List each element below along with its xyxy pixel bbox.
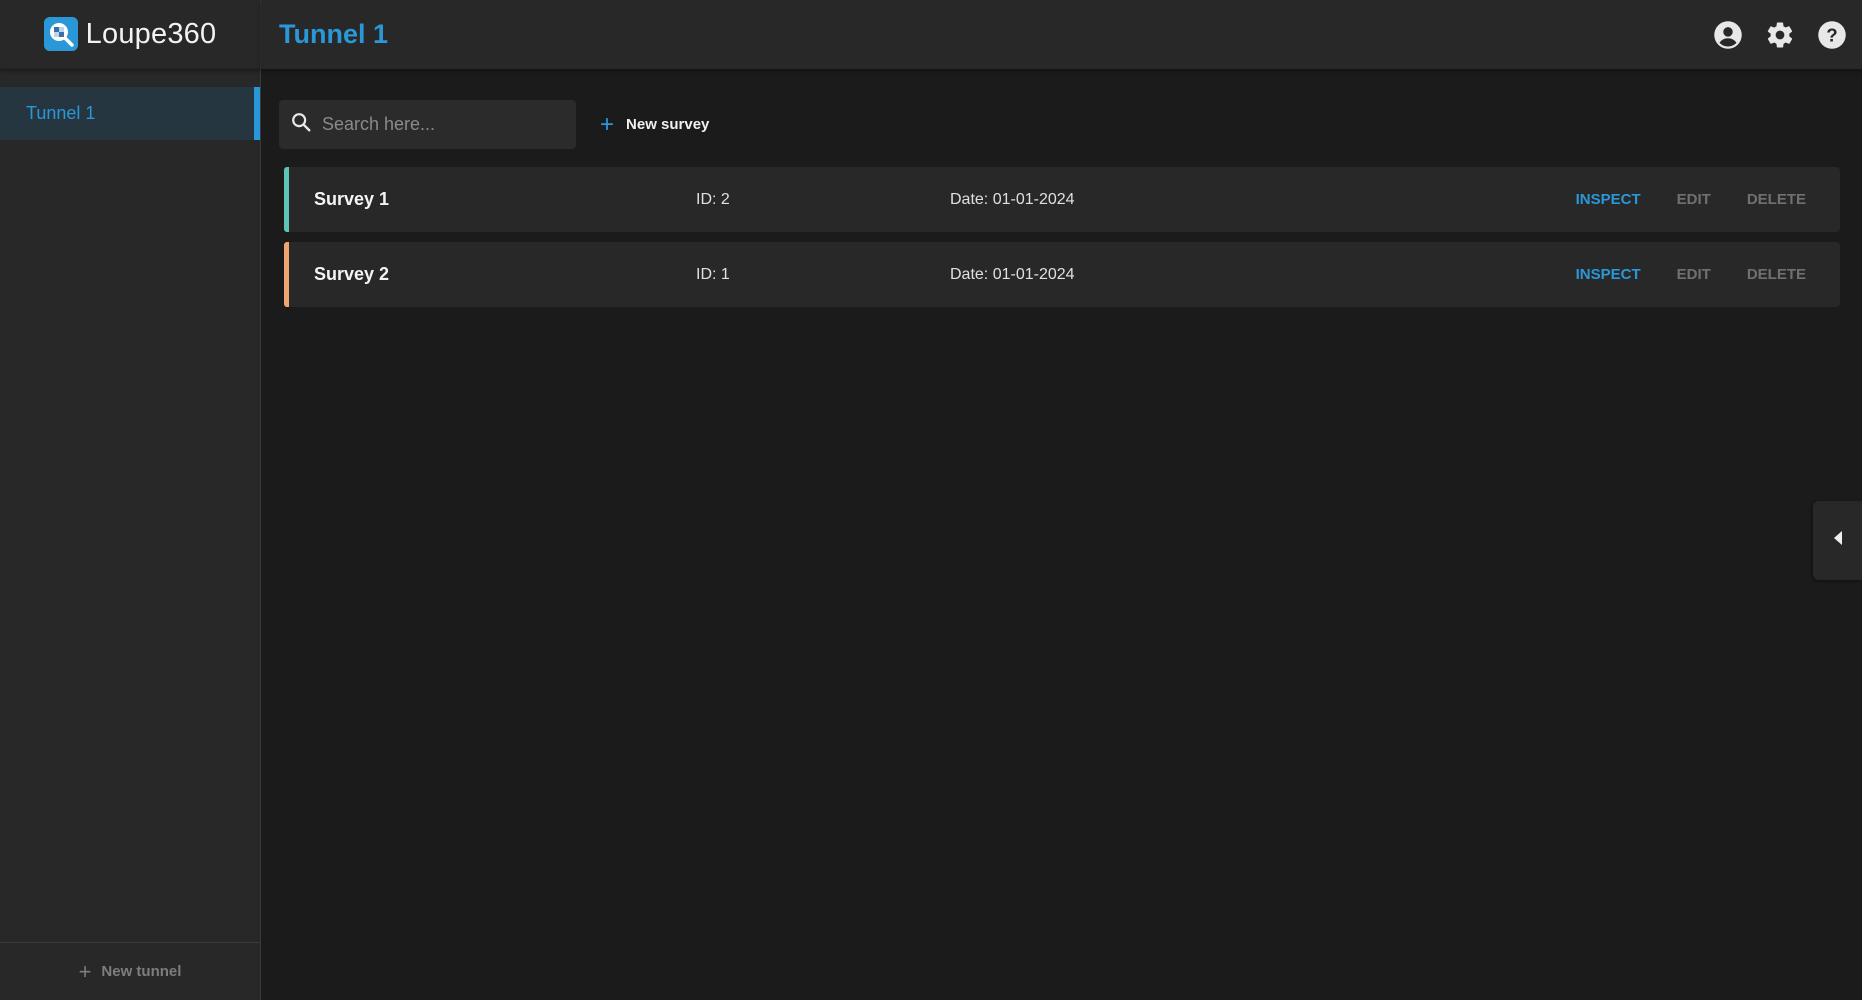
loupe-logo-icon <box>43 17 78 51</box>
page-title: Tunnel 1 <box>279 19 389 49</box>
tunnel-nav: Tunnel 1 <box>0 69 260 140</box>
new-tunnel-button[interactable]: + New tunnel <box>0 942 260 1000</box>
main-content: + New survey Survey 1 ID: 2 Date: 01-01-… <box>261 69 1862 1000</box>
help-icon[interactable]: ? <box>1816 19 1848 51</box>
svg-text:?: ? <box>1826 24 1837 45</box>
sidebar-item-tunnel-1[interactable]: Tunnel 1 <box>0 87 260 140</box>
inspect-button[interactable]: INSPECT <box>1576 266 1641 283</box>
settings-icon[interactable] <box>1764 19 1796 51</box>
survey-date: Date: 01-01-2024 <box>950 190 1075 208</box>
survey-actions: INSPECT EDIT DELETE <box>1576 266 1806 283</box>
survey-row: Survey 1 ID: 2 Date: 01-01-2024 INSPECT … <box>284 167 1840 232</box>
account-icon[interactable] <box>1712 19 1744 51</box>
survey-date: Date: 01-01-2024 <box>950 265 1075 283</box>
search-icon <box>290 111 312 138</box>
caret-left-icon <box>1833 530 1843 551</box>
brand: Loupe360 <box>0 0 260 69</box>
toolbar: + New survey <box>279 100 1848 149</box>
survey-actions: INSPECT EDIT DELETE <box>1576 191 1806 208</box>
survey-color-indicator <box>284 242 289 307</box>
survey-id: ID: 1 <box>696 265 730 283</box>
plus-icon: + <box>78 958 92 984</box>
survey-list: Survey 1 ID: 2 Date: 01-01-2024 INSPECT … <box>279 167 1848 307</box>
delete-button[interactable]: DELETE <box>1747 266 1806 283</box>
search-box <box>279 100 576 149</box>
panel-toggle-button[interactable] <box>1813 501 1862 580</box>
new-survey-label: New survey <box>626 116 710 133</box>
edit-button[interactable]: EDIT <box>1677 191 1711 208</box>
survey-id: ID: 2 <box>696 190 730 208</box>
edit-button[interactable]: EDIT <box>1677 266 1711 283</box>
app-name: Loupe360 <box>85 17 217 50</box>
plus-icon: + <box>600 110 615 138</box>
survey-row: Survey 2 ID: 1 Date: 01-01-2024 INSPECT … <box>284 242 1840 307</box>
survey-color-indicator <box>284 167 289 232</box>
sidebar-item-label: Tunnel 1 <box>26 103 96 123</box>
delete-button[interactable]: DELETE <box>1747 191 1806 208</box>
survey-name: Survey 1 <box>314 189 390 209</box>
search-input[interactable] <box>322 114 552 135</box>
header-actions: ? <box>1712 19 1848 51</box>
app-root: Loupe360 Tunnel 1 + New tunnel Tunnel 1 … <box>0 0 1862 1000</box>
top-bar: Tunnel 1 ? <box>261 0 1862 69</box>
new-tunnel-label: New tunnel <box>101 963 182 980</box>
sidebar: Loupe360 Tunnel 1 + New tunnel <box>0 0 261 1000</box>
inspect-button[interactable]: INSPECT <box>1576 191 1641 208</box>
new-survey-button[interactable]: + New survey <box>600 110 710 138</box>
survey-name: Survey 2 <box>314 264 390 284</box>
